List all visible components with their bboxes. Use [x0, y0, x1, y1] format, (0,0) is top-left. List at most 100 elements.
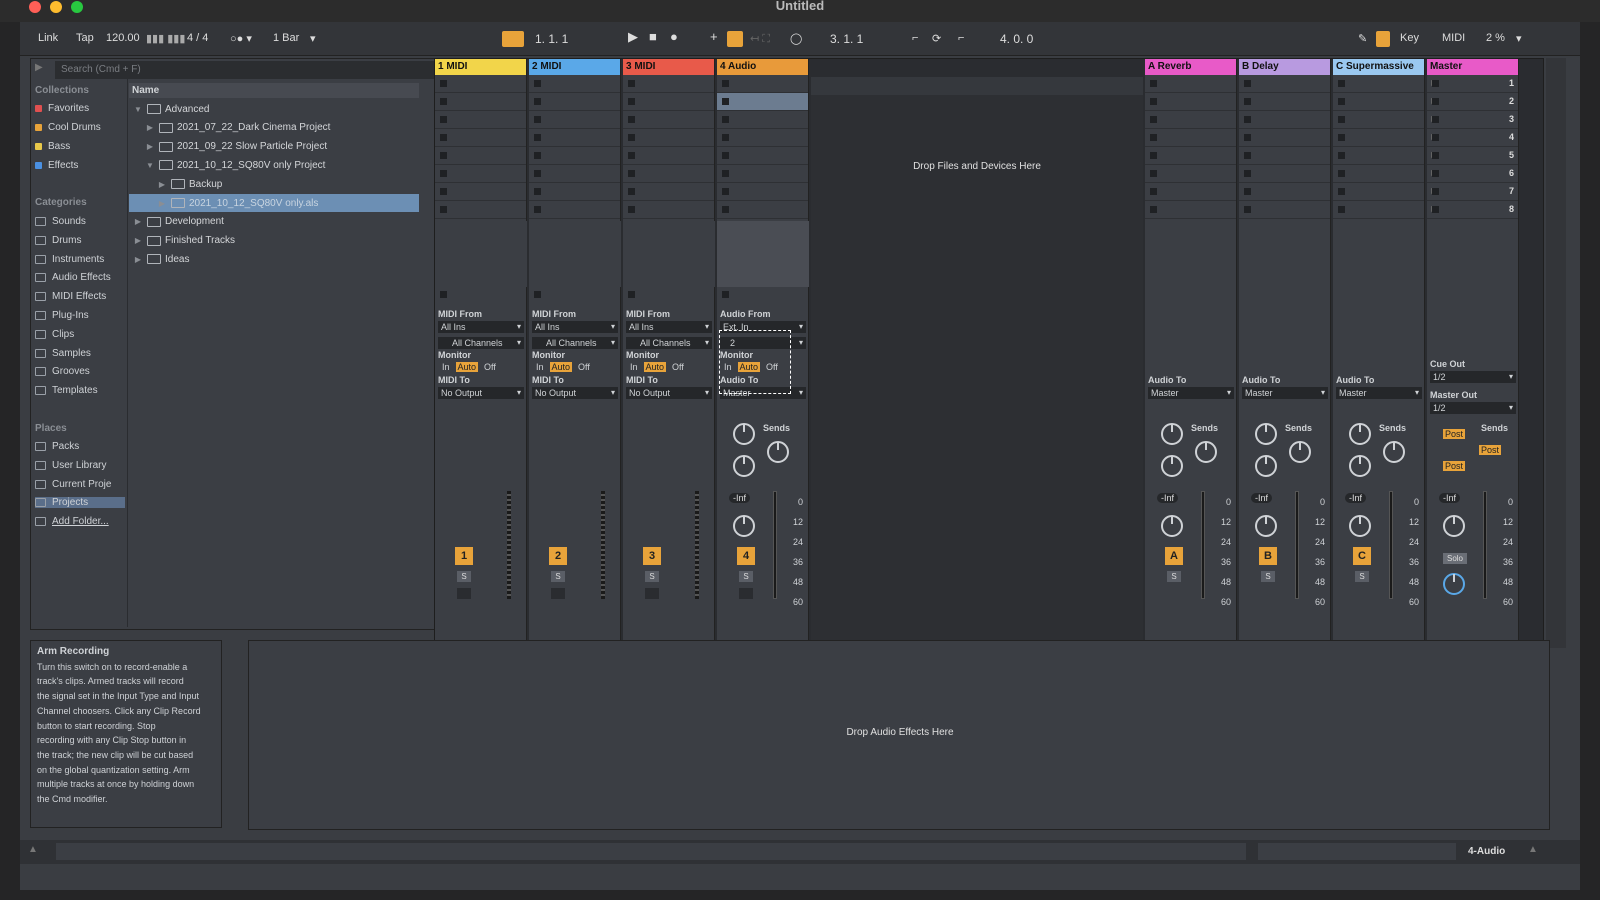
clip-slot[interactable]: [717, 129, 808, 147]
category-item[interactable]: Drums: [35, 235, 81, 246]
master-out-select[interactable]: 1/2: [1430, 402, 1516, 414]
post-toggle[interactable]: Post: [1443, 429, 1466, 439]
return-slot[interactable]: [1239, 75, 1330, 93]
master-volume-readout[interactable]: -Inf: [1439, 493, 1461, 503]
metronome-toggle-icon[interactable]: ○● ▾: [230, 32, 252, 45]
clip-slot[interactable]: [529, 201, 620, 219]
return-slot[interactable]: [1145, 183, 1236, 201]
scene-play-icon[interactable]: ▶: [1431, 132, 1437, 141]
clip-slot[interactable]: [435, 165, 526, 183]
return-track-header[interactable]: A Reverb: [1145, 59, 1236, 75]
play-icon[interactable]: ▶: [628, 29, 638, 45]
return-slot[interactable]: [1239, 111, 1330, 129]
clip-slot[interactable]: [623, 93, 714, 111]
clip-slot[interactable]: [435, 75, 526, 93]
tap-button[interactable]: Tap: [76, 32, 94, 44]
overdub-icon[interactable]: +: [710, 29, 718, 44]
clip-slot[interactable]: [435, 147, 526, 165]
input-channel-select[interactable]: All Channels: [626, 337, 712, 349]
clip-slot[interactable]: [529, 75, 620, 93]
return-slot[interactable]: [1333, 183, 1424, 201]
clip-slot[interactable]: [529, 93, 620, 111]
category-item[interactable]: Grooves: [35, 366, 90, 377]
arm-record-button[interactable]: [457, 588, 471, 599]
pan-knob[interactable]: [1349, 515, 1371, 537]
tempo-field[interactable]: 120.00: [106, 32, 140, 44]
stop-all-clips-icon[interactable]: [722, 291, 729, 298]
browser-file-row[interactable]: ▼ Advanced: [129, 100, 419, 118]
scene-launch[interactable]: ▶ 7: [1427, 183, 1518, 201]
scene-launch[interactable]: ▶ 3: [1427, 111, 1518, 129]
solo-button[interactable]: S: [1355, 571, 1369, 582]
category-item[interactable]: MIDI Effects: [35, 291, 106, 302]
send-a-knob[interactable]: [1161, 423, 1183, 445]
send-a-knob[interactable]: [1255, 423, 1277, 445]
audio-to-select[interactable]: Master: [1336, 387, 1422, 399]
send-c-knob[interactable]: [1161, 455, 1183, 477]
send-b-knob[interactable]: [1383, 441, 1405, 463]
draw-mode-icon[interactable]: ✎: [1358, 32, 1367, 45]
solo-button[interactable]: S: [739, 571, 753, 582]
input-type-select[interactable]: All Ins: [532, 321, 618, 333]
browser-toggle-icon[interactable]: ▶: [35, 62, 43, 73]
send-c-knob[interactable]: [1255, 455, 1277, 477]
minimize-button[interactable]: [50, 1, 62, 13]
track-activator-button[interactable]: 3: [643, 547, 661, 565]
empty-slot-area[interactable]: [623, 221, 715, 287]
time-signature[interactable]: 4 / 4: [187, 32, 208, 44]
category-item[interactable]: Clips: [35, 329, 74, 340]
return-slot[interactable]: [1239, 129, 1330, 147]
punch-out-icon[interactable]: ⌐: [958, 32, 964, 44]
return-slot[interactable]: [1145, 147, 1236, 165]
link-button[interactable]: Link: [38, 32, 58, 44]
scene-launch[interactable]: ▶ 8: [1427, 201, 1518, 219]
midi-map-button[interactable]: MIDI: [1442, 32, 1465, 44]
track-header[interactable]: 4 Audio: [717, 59, 808, 75]
scene-play-icon[interactable]: ▶: [1431, 78, 1437, 87]
scene-launch[interactable]: ▶ 5: [1427, 147, 1518, 165]
stop-all-clips-icon[interactable]: [628, 291, 635, 298]
device-toggle-icon[interactable]: ▲: [1528, 844, 1538, 855]
return-slot[interactable]: [1145, 75, 1236, 93]
clip-slot[interactable]: [435, 183, 526, 201]
clip-slot[interactable]: [435, 111, 526, 129]
return-slot[interactable]: [1239, 201, 1330, 219]
scene-launch[interactable]: ▶ 6: [1427, 165, 1518, 183]
cue-out-select[interactable]: 1/2: [1430, 371, 1516, 383]
return-slot[interactable]: [1333, 111, 1424, 129]
clip-slot[interactable]: [435, 201, 526, 219]
send-c-knob[interactable]: [1349, 455, 1371, 477]
return-slot[interactable]: [1333, 201, 1424, 219]
return-slot[interactable]: [1333, 93, 1424, 111]
browser-file-row[interactable]: ▶ Backup: [129, 175, 419, 193]
browser-file-row[interactable]: ▶ Development: [129, 213, 419, 231]
stop-all-clips-icon[interactable]: [440, 291, 447, 298]
audio-to-select[interactable]: Master: [1242, 387, 1328, 399]
clip-slot[interactable]: [529, 183, 620, 201]
automation-arm-icon[interactable]: [727, 31, 743, 47]
track-activator-button[interactable]: 2: [549, 547, 567, 565]
monitor-in-button[interactable]: In: [630, 362, 638, 372]
expand-arrow-icon[interactable]: ▶: [145, 123, 155, 132]
clip-slot[interactable]: [717, 183, 808, 201]
scene-play-icon[interactable]: ▶: [1431, 96, 1437, 105]
place-item[interactable]: Current Proje: [35, 479, 125, 490]
category-item[interactable]: Plug-Ins: [35, 310, 89, 321]
metronome-icon[interactable]: ▮▮▮ ▮▮▮: [146, 32, 185, 45]
clip-slot[interactable]: [529, 111, 620, 129]
solo-button[interactable]: S: [457, 571, 471, 582]
clip-slot[interactable]: [717, 93, 808, 111]
scene-launch[interactable]: ▶ 1: [1427, 75, 1518, 93]
punch-in-icon[interactable]: ⌐: [912, 32, 918, 44]
return-slot[interactable]: [1145, 129, 1236, 147]
monitor-off-button[interactable]: Off: [672, 362, 684, 372]
return-slot[interactable]: [1145, 111, 1236, 129]
return-slot[interactable]: [1145, 93, 1236, 111]
record-icon[interactable]: ●: [670, 29, 678, 44]
monitor-auto-button[interactable]: Auto: [455, 362, 479, 372]
volume-readout[interactable]: -Inf: [1157, 493, 1179, 503]
clip-slot[interactable]: [623, 165, 714, 183]
scene-play-icon[interactable]: ▶: [1431, 114, 1437, 123]
post-toggle[interactable]: Post: [1479, 445, 1502, 455]
track-header[interactable]: 2 MIDI: [529, 59, 620, 75]
